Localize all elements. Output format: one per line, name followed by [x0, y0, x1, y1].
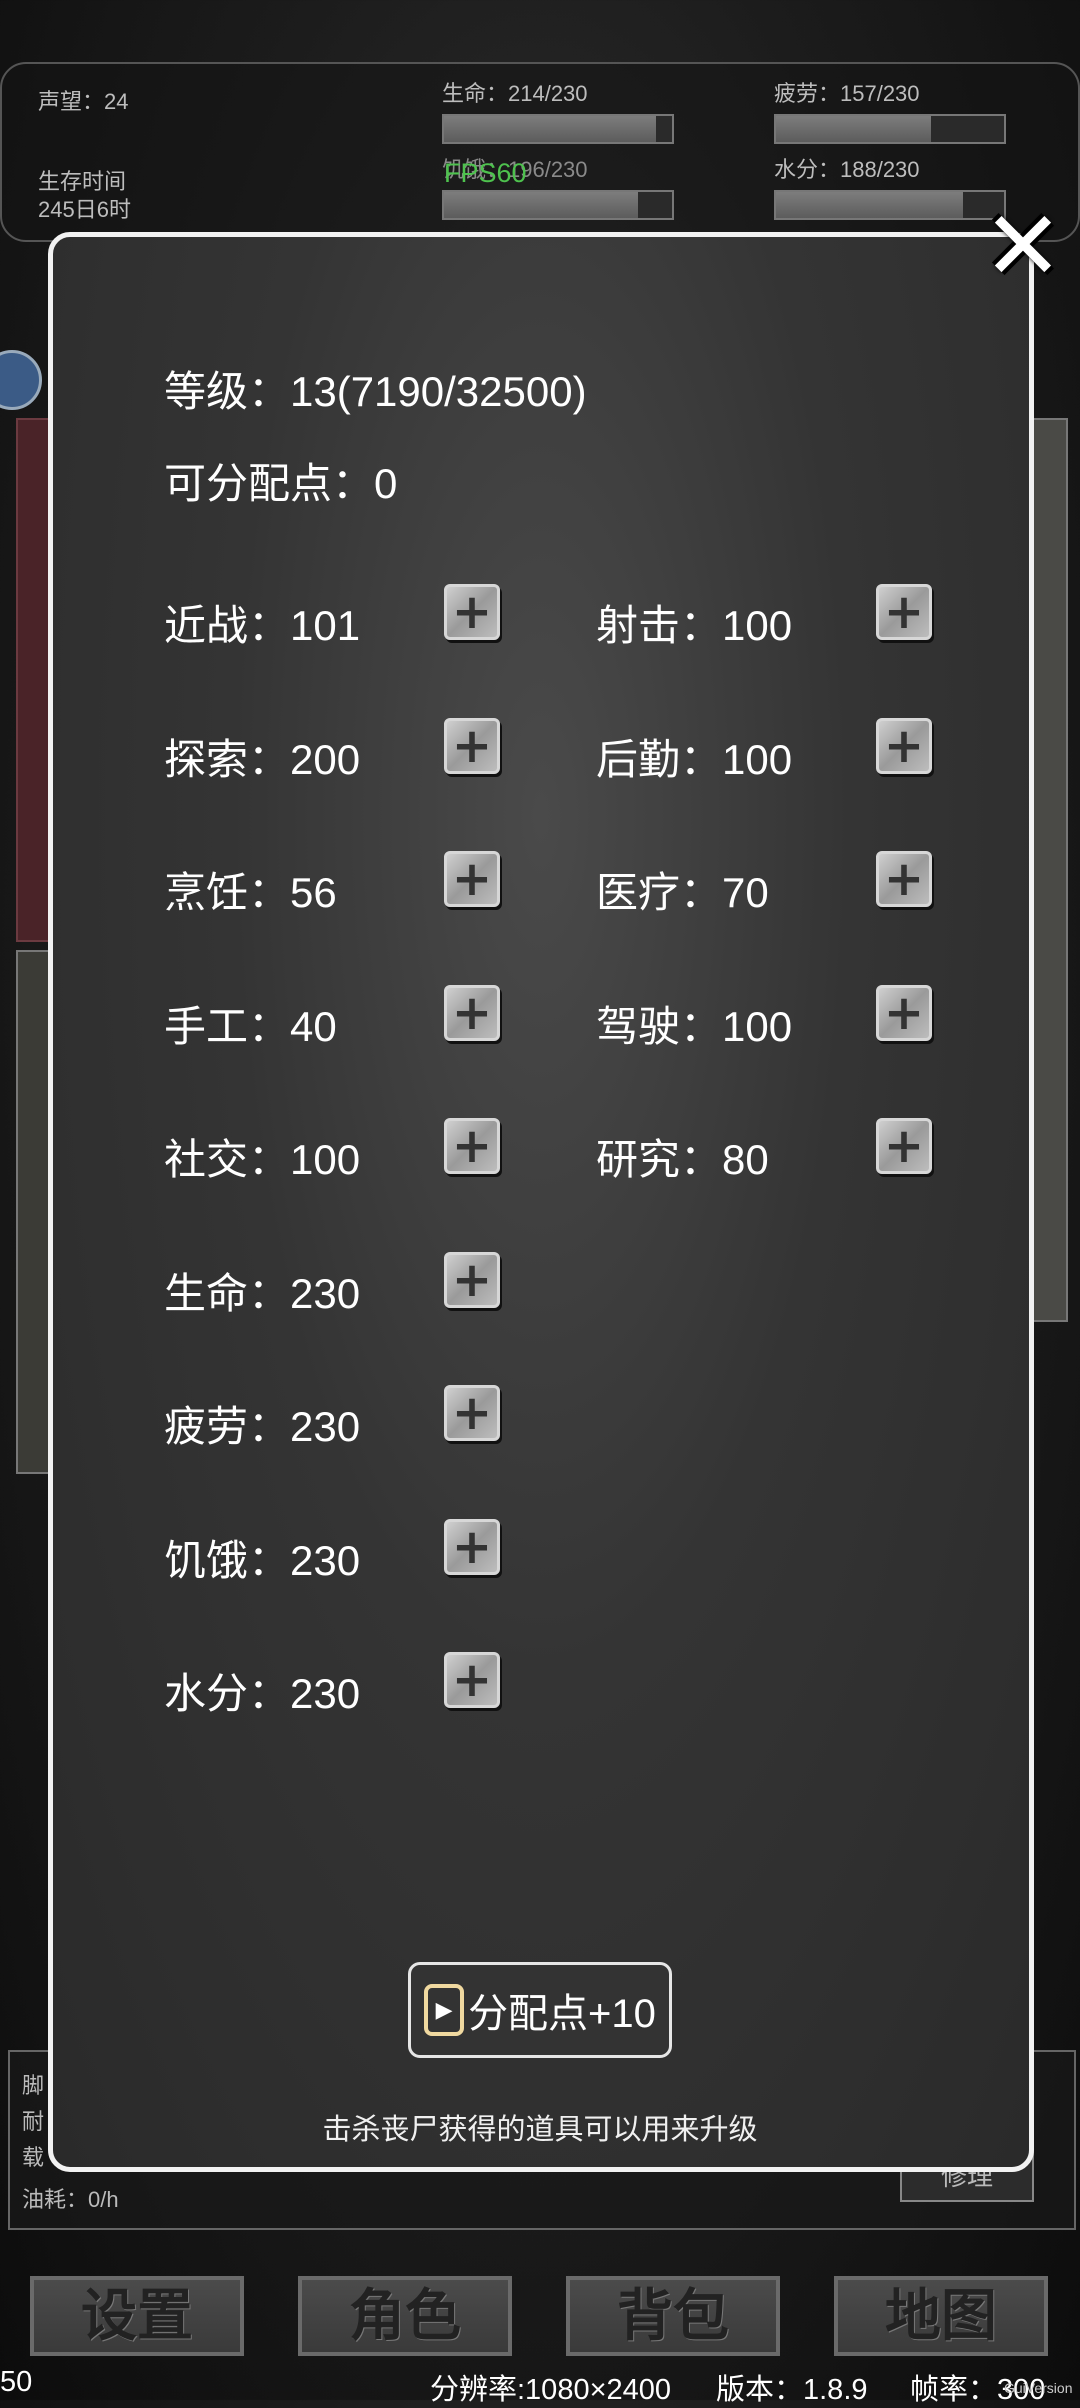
attribute-label: 后勤：100 — [596, 735, 793, 783]
resolution-text: 分辨率:1080×2400 — [430, 2374, 672, 2406]
attribute-label: 烹饪：56 — [164, 869, 337, 916]
nav-map-button[interactable]: 地图 — [834, 2276, 1048, 2356]
level-text: 等级：13(7190/32500) — [164, 368, 587, 415]
left-attribute-plus-button[interactable]: + — [444, 717, 500, 774]
watch-ad-points-button[interactable]: ▶ 分配点+10 — [408, 1962, 672, 2058]
nav-settings-button[interactable]: 设置 — [30, 2276, 244, 2356]
attribute-label: 驾驶：100 — [596, 1002, 793, 1050]
attribute-label: 医疗：70 — [596, 869, 769, 916]
available-points-text: 可分配点：0 — [164, 460, 398, 507]
water-text: 水分：188/230 — [774, 157, 920, 182]
left-attribute-plus-button[interactable]: + — [444, 584, 500, 640]
left-attribute-plus-button[interactable]: + — [444, 1652, 500, 1708]
gui-version-watermark: GuiVersion — [1004, 2380, 1073, 2396]
attribute-label: 研究：80 — [596, 1136, 769, 1183]
version-text: 版本：1.8.9 — [716, 2374, 868, 2406]
life-text: 生命：214/230 — [442, 81, 588, 106]
left-attribute-plus-button[interactable]: + — [444, 1118, 500, 1174]
attribute-label: 探索：200 — [164, 735, 361, 783]
survival-value: 245日6时 — [38, 197, 131, 222]
status-hud: 声望：24 生存时间 245日6时 生命：214/230 疲劳：157/230 … — [0, 62, 1080, 242]
water-bar — [774, 190, 1006, 220]
left-attribute-plus-button[interactable]: + — [444, 984, 500, 1041]
reputation-text: 声望：24 — [38, 89, 129, 114]
attribute-modal — [48, 232, 1034, 2172]
status-left-value: 50 — [0, 2366, 33, 2398]
fps-counter: FPS60 — [444, 158, 527, 188]
right-attribute-plus-button[interactable]: + — [876, 851, 932, 907]
close-x-icon[interactable]: ✕ — [982, 198, 1064, 294]
attribute-label: 饥饿：230 — [164, 1536, 361, 1584]
play-video-icon: ▶ — [424, 1984, 465, 2036]
ad-button-label: 分配点+10 — [468, 1992, 656, 2036]
vehicle-fuel: 油耗：0/h — [22, 2187, 119, 2212]
side-badge-icon[interactable] — [0, 350, 42, 410]
attribute-label: 社交：100 — [164, 1136, 361, 1183]
hunger-bar — [442, 190, 674, 220]
right-attribute-plus-button[interactable]: + — [876, 984, 932, 1041]
nav-character-button[interactable]: 角色 — [298, 2276, 512, 2356]
right-attribute-plus-button[interactable]: + — [876, 717, 932, 774]
left-attribute-plus-button[interactable]: + — [444, 851, 500, 907]
life-bar — [442, 114, 674, 144]
attribute-label: 生命：230 — [164, 1269, 361, 1317]
life-bar-fill — [444, 116, 657, 142]
left-attribute-plus-button[interactable]: + — [444, 1518, 500, 1575]
left-attribute-plus-button[interactable]: + — [444, 1251, 500, 1308]
attribute-label: 水分：230 — [164, 1670, 361, 1717]
right-side-panel — [1030, 418, 1068, 1322]
water-bar-fill — [776, 192, 963, 218]
upgrade-hint: 击杀丧尸获得的道具可以用来升级 — [322, 2114, 758, 2146]
fatigue-bar — [774, 114, 1006, 144]
attribute-label: 手工：40 — [164, 1002, 337, 1050]
attribute-label: 射击：100 — [596, 602, 793, 649]
fatigue-text: 疲劳：157/230 — [774, 81, 920, 106]
vehicle-line-1: 脚 — [22, 2073, 45, 2098]
right-attribute-plus-button[interactable]: + — [876, 1118, 932, 1174]
right-attribute-plus-button[interactable]: + — [876, 584, 932, 640]
fatigue-bar-fill — [776, 116, 932, 142]
hunger-bar-fill — [444, 192, 638, 218]
left-attribute-plus-button[interactable]: + — [444, 1385, 500, 1441]
attribute-label: 近战：101 — [164, 602, 361, 649]
attribute-label: 疲劳：230 — [164, 1403, 361, 1450]
nav-bag-button[interactable]: 背包 — [566, 2276, 780, 2356]
